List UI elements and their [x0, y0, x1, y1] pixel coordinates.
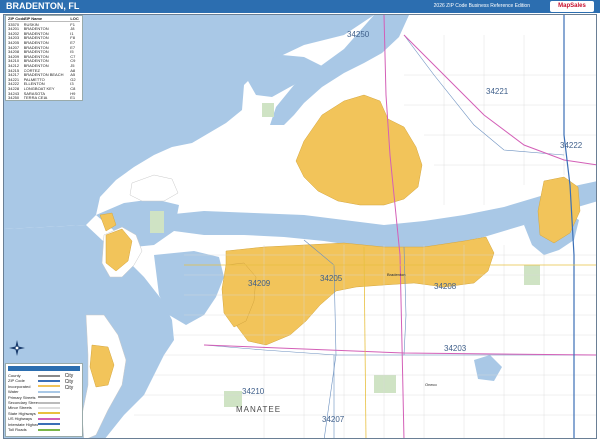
publisher-logo: MapSales	[550, 1, 594, 12]
legend-label: Toll Roads	[8, 426, 27, 432]
compass-rose-icon	[9, 340, 25, 356]
map-graphic	[4, 15, 596, 438]
zip-table-row: 34250 TERRA CEIA E1	[8, 95, 80, 101]
park-2	[262, 103, 274, 117]
zip-34210: 34210	[242, 387, 265, 396]
zip-34207: 34207	[322, 415, 345, 424]
place-oneco: Oneco	[425, 382, 437, 387]
legend-swatch	[38, 401, 60, 404]
legend-header	[8, 366, 80, 371]
zip-34205: 34205	[320, 274, 343, 283]
park-1	[150, 211, 164, 233]
loc-cell: E1	[70, 95, 76, 101]
legend-swatch	[38, 412, 60, 415]
zip-34209: 34209	[248, 279, 271, 288]
map-title: BRADENTON, FL	[6, 1, 80, 11]
map-canvas[interactable]: 34250 34221 34222 34205 34209 34208 3420…	[3, 14, 597, 439]
city-sample-3: City	[64, 385, 74, 391]
legend-swatch	[38, 423, 60, 426]
header-loc: LOC	[70, 16, 79, 21]
legend-swatch	[38, 396, 60, 399]
edition-label: 2026 ZIP Code Business Reference Edition	[433, 3, 530, 9]
header-zip-code: ZIP Code	[8, 16, 26, 21]
zip-table-header: ZIP Code ZIP Name LOC	[8, 16, 80, 22]
zip-table-body: 33570 RUSKIN F1 34201 BRADENTON J8 34202 BRADEN…	[8, 22, 80, 101]
legend-swatch	[38, 390, 60, 393]
zip-34222: 34222	[560, 141, 583, 150]
legend-swatch	[38, 380, 60, 383]
legend-item: Toll Roads	[8, 427, 80, 432]
zip-34221: 34221	[486, 87, 509, 96]
legend-swatch	[38, 374, 60, 377]
legend-swatch	[38, 407, 60, 410]
zip-34250: 34250	[347, 30, 370, 39]
zip-name-cell: TERRA CEIA	[23, 96, 48, 101]
legend-swatch	[38, 428, 60, 431]
place-bradenton: Bradenton	[387, 272, 406, 277]
legend-swatch	[38, 417, 60, 420]
zip-34208: 34208	[434, 282, 457, 291]
map-legend: County ZIP Code Incorporated Water Primary S…	[5, 363, 83, 437]
map-header: BRADENTON, FL 2026 ZIP Code Business Ref…	[0, 0, 600, 13]
place-manatee: MANATEE	[236, 405, 282, 414]
zip-code-cell: 34250	[8, 95, 20, 101]
legend-city-sample: City City City	[59, 373, 79, 391]
park-5	[374, 375, 396, 393]
zip-34203: 34203	[444, 344, 467, 353]
legend-swatch	[38, 385, 60, 388]
zip-code-table: ZIP Code ZIP Name LOC 33570 RUSKIN F1 34201…	[5, 15, 83, 101]
header-zip-name: ZIP Name	[24, 17, 43, 21]
